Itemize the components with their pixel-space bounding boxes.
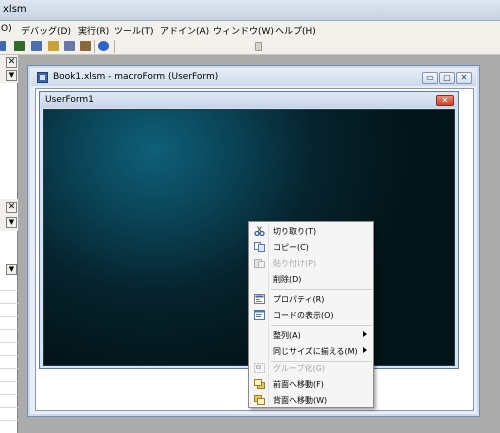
- send-to-back-icon: [254, 395, 265, 405]
- context-menu-item-label: プロパティ(R): [273, 295, 325, 304]
- context-menu-item-label: 同じサイズに揃える(M): [273, 347, 358, 356]
- context-menu: 切り取り(T) コピー(C) 貼り付け(P) 削除(D) プロパティ(R) コー…: [248, 221, 374, 408]
- toolbar-overflow-icon[interactable]: [255, 42, 262, 51]
- context-menu-item-delete[interactable]: 削除(D): [250, 271, 372, 287]
- context-menu-separator: [271, 289, 372, 290]
- context-menu-item-view-code[interactable]: コードの表示(O): [250, 307, 372, 323]
- properties-window-icon[interactable]: [48, 41, 59, 51]
- paste-icon: [254, 258, 265, 268]
- app-title: xlsm: [3, 4, 27, 15]
- userform-title: UserForm1: [45, 95, 94, 105]
- context-menu-item-label: コピー(C): [273, 243, 309, 252]
- context-menu-item-copy[interactable]: コピー(C): [250, 239, 372, 255]
- context-menu-item-align[interactable]: 整列(A): [250, 327, 372, 343]
- userform-window-icon: [37, 72, 48, 83]
- menu-item-tools[interactable]: ツール(T): [114, 24, 154, 37]
- view-code-icon: [254, 310, 265, 320]
- app-title-bar: xlsm: [0, 0, 500, 21]
- menu-item-window[interactable]: ウィンドウ(W): [213, 24, 274, 37]
- designer-window-caption[interactable]: Book1.xlsm - macroForm (UserForm) ▭ □ ✕: [31, 69, 476, 86]
- properties-pane-close-icon[interactable]: ✕: [6, 202, 17, 213]
- properties-value-dropdown-icon[interactable]: ▼: [6, 264, 17, 275]
- properties-grid: [0, 278, 18, 433]
- project-pane-dropdown-icon[interactable]: ▼: [6, 70, 17, 81]
- toolbar-separator: [94, 40, 95, 53]
- menu-item-addins[interactable]: アドイン(A): [160, 24, 209, 37]
- maximize-button[interactable]: □: [439, 72, 455, 84]
- context-menu-item-properties[interactable]: プロパティ(R): [250, 291, 372, 307]
- menu-item-help[interactable]: ヘルプ(H): [275, 24, 316, 37]
- context-menu-item-group: グループ化(G): [250, 360, 372, 376]
- context-menu-item-bring-to-front[interactable]: 前面へ移動(F): [250, 376, 372, 392]
- context-menu-item-label: 整列(A): [273, 331, 301, 340]
- menu-bar: O) デバッグ(D) 実行(R) ツール(T) アドイン(A) ウィンドウ(W)…: [0, 21, 500, 38]
- menu-item-format[interactable]: O): [1, 24, 12, 34]
- context-menu-item-make-same-size[interactable]: 同じサイズに揃える(M): [250, 343, 372, 359]
- left-dock-panes: ✕ ▼ ✕ ▼ ▼: [0, 55, 18, 433]
- context-menu-item-label: コードの表示(O): [273, 311, 334, 320]
- toolbar-run-icon[interactable]: [0, 41, 6, 51]
- userform-close-button[interactable]: ✕: [436, 95, 454, 106]
- designer-window-title: Book1.xlsm - macroForm (UserForm): [53, 72, 219, 82]
- copy-icon: [254, 242, 265, 252]
- submenu-arrow-icon: [363, 331, 367, 337]
- object-browser-icon[interactable]: [64, 41, 75, 51]
- toolbox-icon[interactable]: [80, 41, 91, 51]
- help-icon[interactable]: [98, 41, 109, 51]
- group-icon: [254, 363, 265, 373]
- toolbar: [0, 38, 500, 55]
- context-menu-item-label: 背面へ移動(W): [273, 396, 328, 405]
- project-pane-close-icon[interactable]: ✕: [6, 57, 17, 68]
- minimize-button[interactable]: ▭: [422, 72, 438, 84]
- context-menu-item-paste: 貼り付け(P): [250, 255, 372, 271]
- context-menu-item-label: 貼り付け(P): [273, 259, 317, 268]
- project-explorer-icon[interactable]: [31, 41, 42, 51]
- context-menu-item-label: 削除(D): [273, 275, 302, 284]
- context-menu-item-label: 切り取り(T): [273, 227, 317, 236]
- context-menu-separator: [271, 325, 372, 326]
- userform-caption[interactable]: UserForm1 ✕: [41, 93, 457, 108]
- context-menu-item-label: 前面へ移動(F): [273, 380, 324, 389]
- design-mode-icon[interactable]: [14, 41, 25, 51]
- submenu-arrow-icon: [363, 347, 367, 353]
- menu-item-debug[interactable]: デバッグ(D): [21, 24, 71, 37]
- menu-item-run[interactable]: 実行(R): [78, 24, 109, 37]
- properties-icon: [254, 294, 265, 304]
- bring-to-front-icon: [254, 379, 265, 389]
- context-menu-item-send-to-back[interactable]: 背面へ移動(W): [250, 392, 372, 408]
- context-menu-item-cut[interactable]: 切り取り(T): [250, 223, 372, 239]
- toolbar-separator: [114, 40, 115, 53]
- properties-pane-dropdown-icon[interactable]: ▼: [6, 217, 17, 228]
- scissors-icon: [254, 226, 265, 237]
- close-button[interactable]: ✕: [456, 72, 472, 84]
- context-menu-item-label: グループ化(G): [273, 364, 325, 373]
